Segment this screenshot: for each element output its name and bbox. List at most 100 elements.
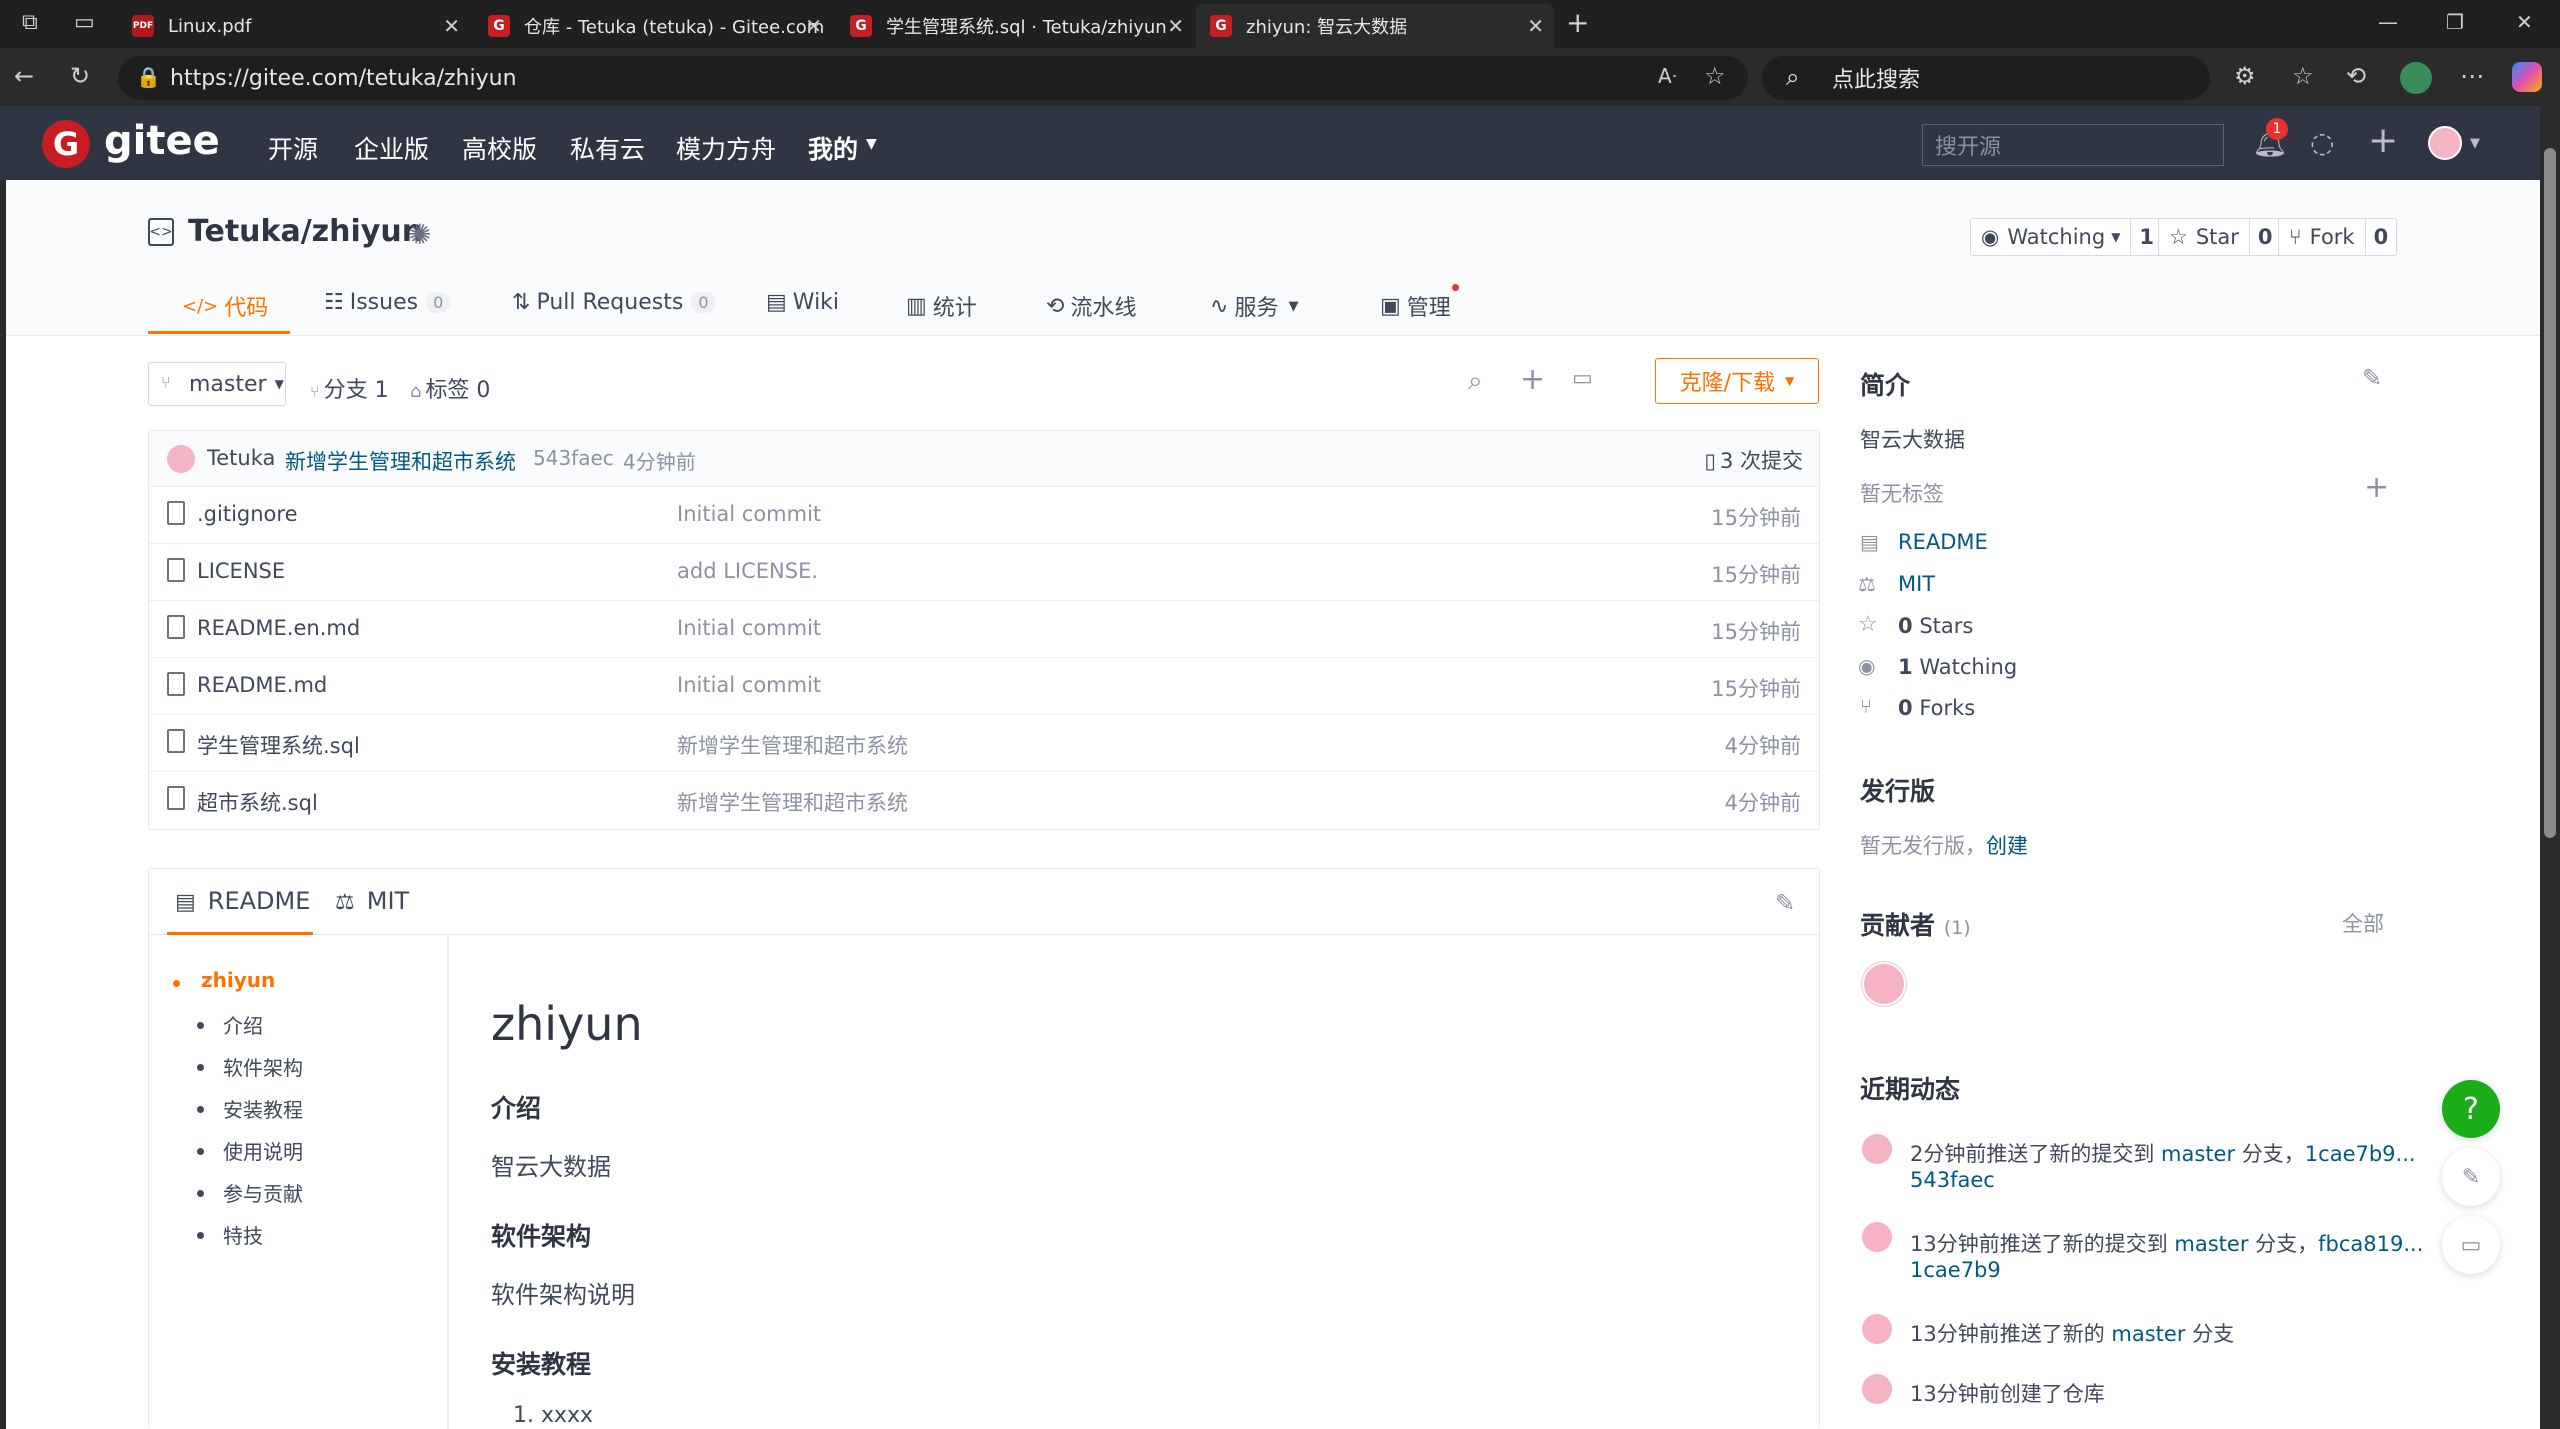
clone-download-button[interactable]: 克隆/下载 ▼: [1655, 358, 1819, 404]
history-icon[interactable]: ⟲: [2346, 62, 2366, 90]
web-ide-icon[interactable]: ▭: [1572, 366, 1593, 391]
url-field[interactable]: 🔒 https://gitee.com/tetuka/zhiyun Aᐧ ☆: [118, 56, 1748, 100]
table-row[interactable]: 超市系统.sql 新增学生管理和超市系统 4分钟前: [149, 772, 1819, 829]
toc-item[interactable]: 安装教程: [223, 1094, 303, 1123]
tab-services[interactable]: ∿ 服务 ▼: [1210, 290, 1298, 322]
workspaces-icon[interactable]: ⧉: [22, 10, 38, 35]
activity-commit-link[interactable]: 1cae7b9: [1910, 1258, 2001, 1282]
activity-branch-link[interactable]: master: [2161, 1142, 2235, 1166]
tab-manage[interactable]: ▣ 管理: [1380, 284, 1459, 322]
commit-author[interactable]: Tetuka: [207, 446, 275, 470]
repo-settings-badge-icon[interactable]: ✺: [408, 218, 431, 251]
edit-icon[interactable]: ✎: [1775, 889, 1795, 917]
nav-open-source[interactable]: 开源: [268, 130, 318, 166]
more-icon[interactable]: ⋯: [2460, 62, 2484, 90]
avatar[interactable]: [1862, 1314, 1892, 1344]
watching-stat[interactable]: 1 Watching: [1898, 655, 2017, 679]
table-row[interactable]: .gitignore Initial commit 15分钟前: [149, 487, 1819, 544]
contributor-avatar[interactable]: [1862, 962, 1906, 1006]
nav-private-cloud[interactable]: 私有云: [570, 130, 645, 166]
back-icon[interactable]: ←: [14, 62, 34, 90]
favorite-star-icon[interactable]: ☆: [1704, 62, 1726, 90]
close-icon[interactable]: ✕: [1527, 14, 1544, 38]
file-commit-message[interactable]: 新增学生管理和超市系统: [677, 730, 908, 760]
table-row[interactable]: LICENSE add LICENSE. 15分钟前: [149, 544, 1819, 601]
toc-item[interactable]: 介绍: [223, 1010, 263, 1039]
plus-icon[interactable]: +: [2368, 120, 2398, 161]
read-aloud-icon[interactable]: Aᐧ: [1658, 64, 1677, 88]
toc-item[interactable]: 软件架构: [223, 1052, 303, 1081]
branch-selector[interactable]: ⑂ master ▼: [148, 362, 286, 406]
nav-enterprise[interactable]: 企业版: [354, 130, 429, 166]
commit-hash[interactable]: 543faec: [533, 446, 614, 470]
new-tab-icon[interactable]: +: [1566, 6, 1589, 39]
stars-stat[interactable]: 0 Stars: [1898, 614, 1973, 638]
tab-code[interactable]: </> 代码: [182, 290, 268, 322]
scrollbar-thumb[interactable]: [2544, 148, 2556, 838]
avatar[interactable]: [1862, 1222, 1892, 1252]
file-commit-message[interactable]: add LICENSE.: [677, 559, 818, 583]
reload-icon[interactable]: ↻: [70, 62, 90, 90]
add-file-icon[interactable]: +: [1520, 362, 1545, 397]
close-icon[interactable]: ✕: [443, 14, 460, 38]
license-tab[interactable]: ⚖ MIT: [335, 887, 409, 915]
search-icon[interactable]: ⌕: [1468, 366, 1483, 397]
watch-button[interactable]: ◉ Watching ▼ 1: [1970, 218, 2164, 256]
edit-icon[interactable]: ✎: [2362, 364, 2382, 392]
readme-tab[interactable]: ▤ README: [175, 887, 310, 915]
forks-stat[interactable]: 0 Forks: [1898, 696, 1975, 720]
activity-branch-link[interactable]: master: [2174, 1232, 2248, 1256]
browser-tab-linux-pdf[interactable]: PDF Linux.pdf ✕: [118, 4, 470, 48]
nav-mine[interactable]: 我的: [808, 130, 858, 166]
file-name[interactable]: .gitignore: [197, 502, 298, 526]
branches-link[interactable]: ⑂ 分支 1: [310, 372, 389, 404]
lightbulb-icon[interactable]: ◌: [2310, 126, 2334, 159]
file-commit-message[interactable]: Initial commit: [677, 616, 821, 640]
commits-count-link[interactable]: ▯ 3 次提交: [1704, 445, 1803, 475]
add-tag-icon[interactable]: +: [2364, 470, 2389, 505]
copilot-icon[interactable]: [2512, 62, 2542, 92]
toc-item[interactable]: 使用说明: [223, 1136, 303, 1165]
readme-link[interactable]: README: [1898, 530, 1988, 554]
browser-tab-sql[interactable]: G 学生管理系统.sql · Tetuka/zhiyun ✕: [836, 4, 1194, 48]
file-name[interactable]: 学生管理系统.sql: [197, 730, 360, 760]
avatar[interactable]: [1862, 1374, 1892, 1404]
table-row[interactable]: README.md Initial commit 15分钟前: [149, 658, 1819, 715]
create-release-link[interactable]: 创建: [1986, 834, 2028, 858]
repo-title[interactable]: Tetuka/zhiyun: [188, 214, 423, 249]
gitee-logo-icon[interactable]: G: [42, 120, 90, 168]
star-button[interactable]: ☆ Star 0: [2158, 218, 2282, 256]
chat-button[interactable]: ▭: [2442, 1216, 2500, 1274]
file-commit-message[interactable]: Initial commit: [677, 502, 821, 526]
activity-commit-link[interactable]: 1cae7b9...: [2305, 1142, 2416, 1166]
favorites-icon[interactable]: ☆: [2292, 62, 2314, 90]
extensions-icon[interactable]: ⚙: [2234, 62, 2256, 90]
nav-moli[interactable]: 模力方舟: [676, 130, 776, 166]
close-icon[interactable]: ✕: [805, 14, 822, 38]
file-name[interactable]: LICENSE: [197, 559, 285, 583]
help-button[interactable]: ?: [2442, 1080, 2500, 1138]
browser-tab-repos[interactable]: G 仓库 - Tetuka (tetuka) - Gitee.com ✕: [474, 4, 832, 48]
gitee-logo-text[interactable]: gitee: [104, 118, 220, 164]
file-commit-message[interactable]: Initial commit: [677, 673, 821, 697]
avatar[interactable]: [1862, 1134, 1892, 1164]
toc-item[interactable]: 特技: [223, 1220, 263, 1249]
user-avatar[interactable]: [2428, 126, 2462, 160]
tab-pull-requests[interactable]: ⇅ Pull Requests 0: [512, 290, 716, 315]
activity-commit-link[interactable]: fbca819...: [2318, 1232, 2423, 1256]
restore-icon[interactable]: ❐: [2446, 10, 2464, 34]
header-search-input[interactable]: 搜开源: [1922, 124, 2224, 166]
minimize-icon[interactable]: —: [2378, 10, 2398, 34]
tab-issues[interactable]: ☷ Issues 0: [324, 290, 451, 315]
file-name[interactable]: README.md: [197, 673, 327, 697]
tab-pipeline[interactable]: ⟲ 流水线: [1046, 290, 1136, 322]
fork-button[interactable]: ⑂ Fork 0: [2278, 218, 2398, 256]
file-commit-message[interactable]: 新增学生管理和超市系统: [677, 787, 908, 817]
file-name[interactable]: README.en.md: [197, 616, 360, 640]
commit-message[interactable]: 新增学生管理和超市系统: [285, 446, 516, 476]
tab-stats[interactable]: ▥ 统计: [906, 290, 977, 322]
toc-item[interactable]: zhiyun: [201, 968, 275, 992]
avatar[interactable]: [167, 445, 195, 473]
activity-commit-link[interactable]: 543faec: [1910, 1168, 1995, 1192]
table-row[interactable]: README.en.md Initial commit 15分钟前: [149, 601, 1819, 658]
